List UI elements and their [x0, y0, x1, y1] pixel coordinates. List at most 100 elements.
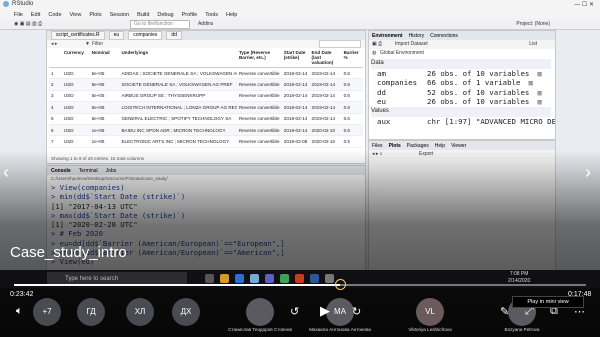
- source-pane: script_certificates.R eu companies dd ◂ …: [46, 30, 366, 164]
- tab-packages[interactable]: Packages: [407, 143, 429, 149]
- tab-eu[interactable]: eu: [108, 31, 125, 40]
- tab-files[interactable]: Files: [372, 143, 383, 149]
- participant-avatar[interactable]: ХЛ: [126, 298, 154, 326]
- filter-icon[interactable]: ▼: [85, 41, 90, 47]
- explorer-icon[interactable]: [220, 274, 229, 283]
- menu-build[interactable]: Build: [137, 12, 149, 18]
- rstudio-taskbar-icon[interactable]: [250, 274, 259, 283]
- tab-viewer[interactable]: Viewer: [451, 143, 466, 149]
- scope-selector[interactable]: Global Environment: [380, 50, 424, 56]
- menu-edit[interactable]: Edit: [31, 12, 40, 18]
- participant-avatar[interactable]: +7: [33, 298, 61, 326]
- column-header[interactable]: Nominal: [89, 49, 120, 68]
- participant-avatar[interactable]: МА: [326, 298, 354, 326]
- table-row[interactable]: 4 USD 5e+05 LOGITECH INTERNATIONAL ; LONZA …: [49, 101, 363, 114]
- column-header[interactable]: [49, 49, 62, 68]
- word-icon[interactable]: [310, 274, 319, 283]
- menu-session[interactable]: Session: [110, 12, 130, 18]
- plot-nav-icon[interactable]: ◂ ▸ ⌕: [372, 151, 383, 157]
- participant-avatar[interactable]: ГД: [77, 298, 105, 326]
- tab-console[interactable]: Console: [51, 168, 71, 174]
- column-header[interactable]: Currency: [61, 49, 90, 68]
- tab-terminal[interactable]: Terminal: [79, 168, 98, 174]
- table-cell: 2: [49, 78, 62, 91]
- table-row[interactable]: 2 USD 5e+05 SOCIETE GENERALE SA ; VOLKSWAGE…: [49, 78, 363, 91]
- table-status: Showing 1 to 9 of 26 entries, 15 total c…: [51, 156, 144, 161]
- save-workspace-icon[interactable]: ▣ ⎙: [372, 41, 382, 47]
- participant-avatar[interactable]: [246, 298, 274, 326]
- tab-script[interactable]: script_certificates.R: [51, 31, 105, 40]
- tab-dd[interactable]: dd: [166, 31, 182, 40]
- excel-icon[interactable]: [280, 274, 289, 283]
- environment-item[interactable]: eu 26 obs. of 10 variables ▦: [371, 97, 555, 107]
- next-chevron-icon[interactable]: ›: [585, 162, 591, 183]
- table-view-icon[interactable]: ▦: [537, 69, 541, 79]
- tab-help[interactable]: Help: [435, 143, 445, 149]
- addins-menu[interactable]: Addins: [198, 21, 213, 27]
- tab-history[interactable]: History: [409, 33, 425, 39]
- export-button[interactable]: Export: [419, 151, 433, 157]
- table-cell: 0.6: [341, 124, 363, 137]
- environment-item[interactable]: aux chr [1:97] "ADVANCED MICRO DEV…: [371, 117, 555, 127]
- volume-icon[interactable]: 🔈︎: [16, 305, 23, 318]
- previous-chevron-icon[interactable]: ‹: [3, 162, 9, 183]
- table-search-input[interactable]: [319, 40, 361, 48]
- column-header[interactable]: End Date (last valuation): [309, 49, 342, 68]
- menu-plots[interactable]: Plots: [89, 12, 101, 18]
- rewind-icon[interactable]: ↺: [290, 305, 299, 318]
- environment-scope: ◍ Global Environment: [369, 49, 555, 58]
- play-icon[interactable]: ▶: [320, 303, 330, 319]
- column-header[interactable]: Barrier %: [341, 49, 363, 68]
- files-tabs: Files Plots Packages Help Viewer: [369, 141, 555, 150]
- tab-environment[interactable]: Environment: [372, 33, 403, 39]
- powerpoint-icon[interactable]: [295, 274, 304, 283]
- import-dataset-button[interactable]: Import Dataset: [395, 41, 428, 47]
- environment-item[interactable]: am 26 obs. of 10 variables ▦: [371, 69, 555, 79]
- menu-profile[interactable]: Profile: [182, 12, 198, 18]
- forward-icon[interactable]: ↻: [352, 305, 361, 318]
- tab-connections[interactable]: Connections: [430, 33, 458, 39]
- menu-help[interactable]: Help: [226, 12, 237, 18]
- column-header[interactable]: Type (Reverse Barrier, etc.): [236, 49, 282, 68]
- table-row[interactable]: 6 USD 1e+06 BAIDU INC SPON ADR ; MICRON TEC…: [49, 124, 363, 137]
- menu-file[interactable]: File: [14, 12, 23, 18]
- table-row[interactable]: 7 USD 1e+06 ELECTRONIC ARTS INC ; MICRON TE…: [49, 135, 363, 148]
- table-row[interactable]: 5 USD 5e+05 GENERAL ELECTRIC ; SPOTIFY TECH…: [49, 113, 363, 125]
- back-forward-icon[interactable]: ◂ ▸: [51, 41, 57, 47]
- participant-avatar[interactable]: ДХ: [172, 298, 200, 326]
- tab-companies[interactable]: companies: [128, 31, 163, 40]
- table-row[interactable]: 3 USD 5e+05 AIRBUS GROUP SE ; THYSSENKRUPP R…: [49, 90, 363, 103]
- project-menu[interactable]: Project: (None): [516, 21, 550, 27]
- table-view-icon[interactable]: ▦: [528, 78, 532, 88]
- environment-item[interactable]: dd 52 obs. of 10 variables ▦: [371, 88, 555, 98]
- seek-handle[interactable]: [335, 279, 347, 290]
- menu-tools[interactable]: Tools: [205, 12, 218, 18]
- column-header[interactable]: Start Date (strike): [281, 49, 310, 68]
- console-tabs: Console Terminal Jobs: [47, 166, 365, 175]
- environment-item[interactable]: companies 66 obs. of 1 variable ▦: [371, 78, 555, 88]
- environment-section[interactable]: Values: [371, 106, 551, 117]
- menu-debug[interactable]: Debug: [157, 12, 173, 18]
- taskview-icon[interactable]: [205, 274, 214, 283]
- menu-code[interactable]: Code: [48, 12, 61, 18]
- filter-button[interactable]: Filter: [92, 41, 103, 47]
- environment-section[interactable]: Data: [371, 59, 551, 69]
- teams-icon[interactable]: [265, 274, 274, 283]
- tab-plots[interactable]: Plots: [389, 143, 401, 149]
- table-view-icon[interactable]: ▦: [537, 88, 541, 98]
- column-header[interactable]: Underlyings: [119, 49, 237, 68]
- table-view-icon[interactable]: ▦: [537, 97, 541, 107]
- menu-view[interactable]: View: [70, 12, 82, 18]
- list-view-menu[interactable]: List: [529, 41, 537, 47]
- edge-icon[interactable]: [235, 274, 244, 283]
- participant-avatar[interactable]: VL: [416, 298, 444, 326]
- console-input-line: > max(dd$`Start Date (strike)`): [51, 210, 186, 220]
- console-input-line: > View(companies): [51, 183, 125, 192]
- app-icon[interactable]: [325, 274, 334, 283]
- tab-jobs[interactable]: Jobs: [106, 168, 117, 174]
- table-row[interactable]: 1 USD 5e+05 ADIDAS ; SOCIETE GENERALE SA ; …: [49, 67, 363, 80]
- window-controls[interactable]: — ☐ ✕: [574, 1, 594, 8]
- edit-icon[interactable]: ✎: [500, 305, 509, 318]
- goto-file-input[interactable]: Go to file/function: [130, 20, 190, 29]
- toolbar-buttons[interactable]: ◉ ▣ ▤ ▥ ⎙: [14, 21, 74, 27]
